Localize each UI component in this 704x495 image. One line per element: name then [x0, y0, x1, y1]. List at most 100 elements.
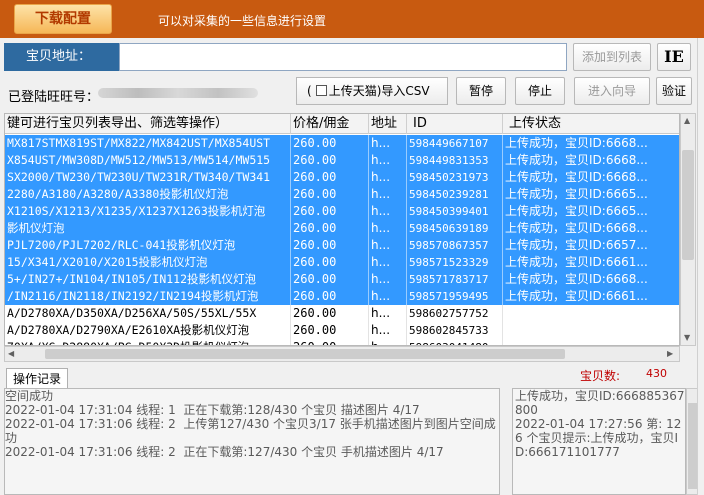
item-name-cell: PJL7200/PJL7202/RLC-041投影机仪灯泡	[5, 237, 291, 254]
upload-status-cell	[503, 322, 679, 339]
item-name-cell: SX2000/TW230/TW230U/TW231R/TW340/TW341	[5, 169, 291, 186]
price-cell: 260.00	[291, 339, 369, 345]
tab-download-config[interactable]: 下载配置	[14, 4, 112, 34]
upload-status-cell: 上传成功，宝贝ID:6657...	[503, 237, 679, 254]
import-csv-button[interactable]: (上传天猫)导入CSV	[296, 77, 448, 105]
table-row[interactable]: A/D2780XA/D350XA/D256XA/50S/55XL/55X 260.…	[5, 305, 679, 322]
grid-vertical-scroll-thumb[interactable]	[682, 150, 694, 260]
price-cell: 260.00	[291, 186, 369, 203]
item-id-cell: 598602845733	[407, 322, 503, 339]
table-row[interactable]: MX817STMX819ST/MX822/MX842UST/MX854UST 26…	[5, 135, 679, 152]
upload-status-cell: 上传成功，宝贝ID:6668...	[503, 169, 679, 186]
price-cell: 260.00	[291, 288, 369, 305]
col-header-price[interactable]: 价格/佣金	[291, 114, 369, 134]
table-row[interactable]: 2280/A3180/A3280/A3380投影机仪灯泡 260.00 h... 59…	[5, 186, 679, 203]
log-line: 2022-01-04 17:31:04 线程: 1 正在下载第:128/430 …	[5, 403, 420, 417]
table-row[interactable]: X854UST/MW308D/MW512/MW513/MW514/MW515 26…	[5, 152, 679, 169]
upload-status-cell	[503, 305, 679, 322]
table-row[interactable]: A/D2780XA/D2790XA/E2610XA投影机仪灯泡 260.00 h..…	[5, 322, 679, 339]
table-row[interactable]: 15/X341/X2010/X2015投影机仪灯泡 260.00 h... 59857…	[5, 254, 679, 271]
upload-status-cell: 上传成功，宝贝ID:6665...	[503, 203, 679, 220]
item-id-cell: 598449667107	[407, 135, 503, 152]
log-line: 2022-01-04 17:31:06 线程: 2 上传第127/430 个宝贝…	[5, 417, 496, 445]
col-header-id[interactable]: ID	[407, 114, 503, 134]
item-count-value: 430	[646, 367, 667, 380]
tab-operation-log[interactable]: 操作记录	[6, 368, 68, 388]
item-id-cell: 598571523329	[407, 254, 503, 271]
item-id-cell: 598450639189	[407, 220, 503, 237]
price-cell: 260.00	[291, 220, 369, 237]
item-name-cell: 影机仪灯泡	[5, 220, 291, 237]
item-name-cell: A/D2780XA/D350XA/D256XA/50S/55XL/55X	[5, 305, 291, 322]
ie-button[interactable]: IE	[657, 43, 691, 71]
item-list-grid[interactable]: 键可进行宝贝列表导出、筛选等操作） 价格/佣金 地址 ID 上传状态 MX817…	[4, 113, 680, 346]
item-url-label: 宝贝地址：	[4, 43, 119, 71]
upload-status-cell: 上传成功，宝贝ID:6661...	[503, 254, 679, 271]
item-id-cell: 598450239281	[407, 186, 503, 203]
price-cell: 260.00	[291, 254, 369, 271]
grid-body: MX817STMX819ST/MX822/MX842UST/MX854UST 26…	[5, 135, 679, 345]
upload-status-cell: 上传成功，宝贝ID:6668...	[503, 220, 679, 237]
address-cell: h...	[369, 169, 407, 186]
address-cell: h...	[369, 339, 407, 345]
upload-tmall-label: 上传天猫	[328, 84, 377, 98]
grid-horizontal-scrollbar[interactable]: ◀ ▶	[4, 346, 680, 362]
table-row[interactable]: X1210S/X1213/X1235/X1237X1263投影机灯泡 260.00…	[5, 203, 679, 220]
scroll-down-icon[interactable]: ▼	[684, 333, 690, 342]
item-id-cell: 598603041480	[407, 339, 503, 345]
item-name-cell: /IN2116/IN2118/IN2192/IN2194投影机灯泡	[5, 288, 291, 305]
import-csv-label: )导入CSV	[376, 84, 430, 98]
address-cell: h...	[369, 135, 407, 152]
upload-status-cell: 上传成功，宝贝ID:6668...	[503, 152, 679, 169]
price-cell: 260.00	[291, 305, 369, 322]
log-line: 上传成功，宝贝ID:666885367800	[515, 389, 685, 417]
item-name-cell: A/D2780XA/D2790XA/E2610XA投影机仪灯泡	[5, 322, 291, 339]
item-name-cell: 5+/IN27+/IN104/IN105/IN112投影机仪灯泡	[5, 271, 291, 288]
item-name-cell: X854UST/MW308D/MW512/MW513/MW514/MW515	[5, 152, 291, 169]
scroll-left-icon[interactable]: ◀	[8, 349, 14, 358]
item-id-cell: 598571959495	[407, 288, 503, 305]
table-row[interactable]: SX2000/TW230/TW230U/TW231R/TW340/TW341 26…	[5, 169, 679, 186]
price-cell: 260.00	[291, 152, 369, 169]
address-cell: h...	[369, 305, 407, 322]
stop-button[interactable]: 停止	[515, 77, 565, 105]
upload-tmall-checkbox[interactable]	[315, 85, 327, 96]
grid-horizontal-scroll-thumb[interactable]	[45, 349, 565, 359]
log-line: 空间成功	[5, 389, 54, 403]
download-log-panel[interactable]: 空间成功 2022-01-04 17:31:04 线程: 1 正在下载第:128…	[4, 388, 500, 495]
top-header: 下载配置 可以对采集的一些信息进行设置	[0, 0, 704, 38]
table-row[interactable]: 5+/IN27+/IN104/IN105/IN112投影机仪灯泡 260.00 h.…	[5, 271, 679, 288]
item-id-cell: 598602757752	[407, 305, 503, 322]
grid-vertical-scrollbar[interactable]: ▲ ▼	[680, 113, 696, 346]
upload-status-cell	[503, 339, 679, 345]
col-header-name[interactable]: 键可进行宝贝列表导出、筛选等操作）	[5, 114, 291, 134]
upload-status-cell: 上传成功，宝贝ID:6661...	[503, 288, 679, 305]
pause-button[interactable]: 暂停	[456, 77, 506, 105]
item-id-cell: 598570867357	[407, 237, 503, 254]
log-line: 2022-01-04 17:27:56 第: 126 个宝贝提示:上传成功，宝贝…	[515, 417, 682, 459]
add-to-list-button[interactable]: 添加到列表	[573, 43, 651, 71]
table-row[interactable]: 70XA/XG-D2880XA/PG-D50X3D投影机仪灯泡260.00h..…	[5, 339, 679, 345]
item-id-cell: 598571783717	[407, 271, 503, 288]
upload-status-cell: 上传成功，宝贝ID:6665...	[503, 186, 679, 203]
price-cell: 260.00	[291, 169, 369, 186]
upload-log-panel[interactable]: 上传成功，宝贝ID:666885367800 2022-01-04 17:27:…	[512, 388, 686, 495]
table-row[interactable]: PJL7200/PJL7202/RLC-041投影机仪灯泡 260.00 h... 5…	[5, 237, 679, 254]
table-row[interactable]: /IN2116/IN2118/IN2192/IN2194投影机灯泡 260.00 h…	[5, 288, 679, 305]
enter-wizard-button[interactable]: 进入向导	[574, 77, 650, 105]
item-count-label: 宝贝数:	[580, 369, 621, 383]
table-row[interactable]: 影机仪灯泡 260.00 h... 598450639189 上传成功，宝贝ID:666…	[5, 220, 679, 237]
price-cell: 260.00	[291, 322, 369, 339]
scroll-up-icon[interactable]: ▲	[684, 116, 690, 125]
address-cell: h...	[369, 237, 407, 254]
address-cell: h...	[369, 152, 407, 169]
address-cell: h...	[369, 186, 407, 203]
col-header-address[interactable]: 地址	[369, 114, 407, 134]
verify-button[interactable]: 验证	[656, 77, 692, 105]
item-url-input[interactable]	[119, 43, 567, 71]
price-cell: 260.00	[291, 203, 369, 220]
scroll-right-icon[interactable]: ▶	[667, 349, 673, 358]
address-cell: h...	[369, 288, 407, 305]
col-header-upload-status[interactable]: 上传状态	[503, 114, 679, 134]
item-id-cell: 598450231973	[407, 169, 503, 186]
